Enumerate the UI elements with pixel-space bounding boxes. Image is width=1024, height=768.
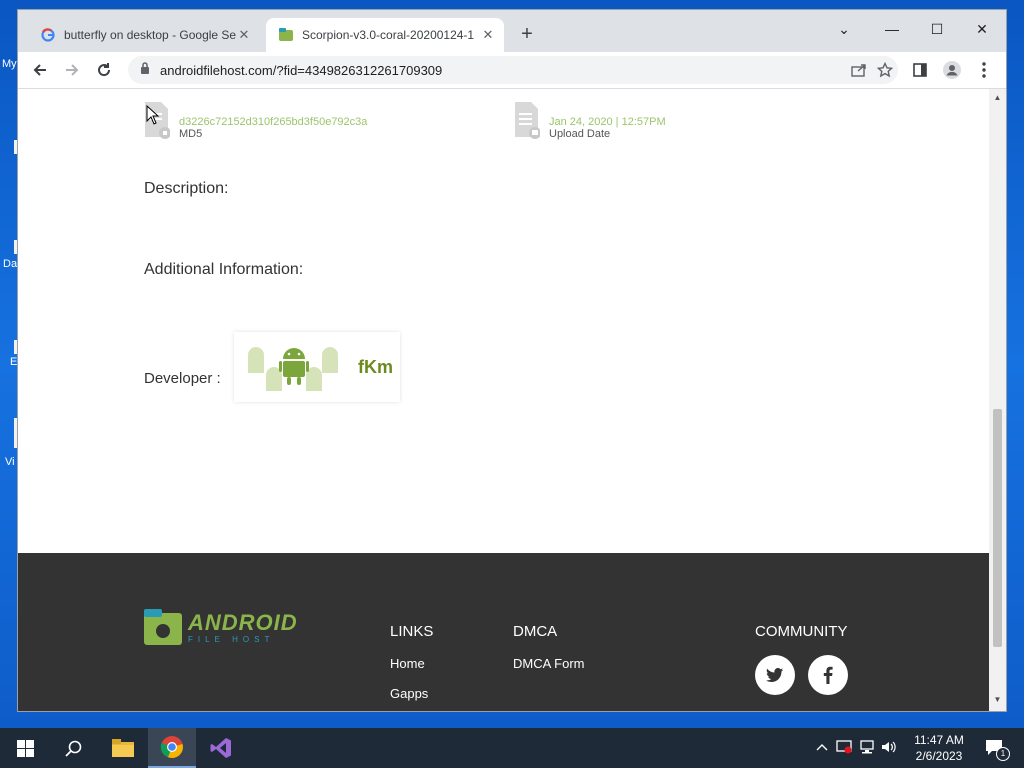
links-heading: LINKS (390, 623, 434, 640)
profile-avatar-icon[interactable] (940, 58, 964, 82)
community-heading: COMMUNITY (755, 623, 848, 640)
notification-center-button[interactable]: 1 (980, 728, 1010, 768)
volume-icon[interactable] (878, 740, 900, 757)
facebook-icon (823, 666, 833, 684)
android-developer-avatar-icon (248, 347, 338, 391)
desktop-icon-label[interactable]: Vi (5, 456, 15, 468)
clock-date: 2/6/2023 (915, 749, 963, 763)
taskbar-file-explorer[interactable] (102, 728, 144, 768)
visual-studio-icon (210, 738, 231, 758)
logo-subtext: FILE HOST (188, 635, 275, 644)
desktop-icon-label[interactable]: My (2, 58, 17, 70)
upload-date-label: Upload Date (549, 128, 611, 140)
search-icon (64, 740, 81, 757)
browser-window: butterfly on desktop - Google Se ✕ Scorp… (18, 10, 1006, 711)
mouse-cursor-icon (146, 105, 160, 125)
developer-card[interactable]: fKm (234, 332, 400, 402)
afh-logo[interactable]: ANDROID FILE HOST (144, 609, 298, 647)
share-icon[interactable] (846, 63, 872, 77)
desktop-icon[interactable] (14, 240, 17, 254)
md5-value: d3226c72152d310f265bd3f50e792c3a (179, 116, 368, 128)
tab-scorpion[interactable]: Scorpion-v3.0-coral-20200124-1 ✕ (266, 18, 504, 52)
additional-info-heading: Additional Information: (144, 261, 304, 278)
tab-google-search[interactable]: butterfly on desktop - Google Se ✕ (28, 18, 260, 52)
dmca-heading: DMCA (513, 623, 558, 640)
page-viewport: d3226c72152d310f265bd3f50e792c3a MD5 Jan… (18, 89, 989, 711)
developer-label: Developer : (144, 370, 221, 387)
system-tray (814, 728, 900, 768)
network-icon[interactable] (856, 739, 878, 757)
search-button[interactable] (54, 728, 92, 768)
upload-date-info: Jan 24, 2020 | 12:57PM Upload Date (514, 101, 666, 140)
upload-date-value: Jan 24, 2020 | 12:57PM (549, 116, 666, 128)
footer-link-gapps[interactable]: Gapps (390, 686, 428, 701)
maximize-button[interactable]: ☐ (915, 16, 959, 42)
desktop-icon[interactable] (14, 340, 17, 354)
windows-logo-icon (16, 739, 34, 757)
security-shield-icon[interactable] (832, 739, 856, 757)
tab-title: butterfly on desktop - Google Se (64, 28, 236, 42)
bookmark-star-icon[interactable] (872, 62, 898, 78)
developer-name[interactable]: fKm (358, 357, 393, 378)
new-tab-button[interactable]: + (516, 24, 538, 46)
site-footer: ANDROID FILE HOST LINKS Home Gapps DMCA … (18, 553, 989, 711)
folder-icon (112, 739, 134, 757)
tab-title: Scorpion-v3.0-coral-20200124-1 (302, 28, 475, 42)
url-text[interactable]: androidfilehost.com/?fid=434982631226170… (160, 63, 846, 78)
windows-taskbar: 11:47 AM 2/6/2023 1 (0, 728, 1024, 768)
scroll-down-icon[interactable]: ▼ (993, 695, 1002, 704)
afh-folder-logo-icon (144, 609, 182, 645)
lock-icon[interactable] (140, 61, 150, 79)
tab-close-icon[interactable]: ✕ (236, 27, 252, 43)
chrome-icon (160, 736, 183, 759)
upload-file-icon (515, 102, 540, 139)
logo-text: ANDROID (188, 610, 298, 635)
tab-strip: butterfly on desktop - Google Se ✕ Scorp… (18, 10, 1006, 52)
afh-favicon-icon (278, 27, 294, 43)
notification-count-badge: 1 (996, 747, 1010, 761)
taskbar-chrome[interactable] (148, 728, 196, 768)
twitter-button[interactable] (755, 655, 795, 695)
twitter-icon (766, 667, 784, 682)
browser-toolbar: androidfilehost.com/?fid=434982631226170… (18, 52, 1006, 89)
taskbar-visual-studio[interactable] (200, 728, 242, 768)
footer-link-home[interactable]: Home (390, 656, 425, 671)
scroll-up-icon[interactable]: ▲ (993, 93, 1002, 102)
desktop-icon-label[interactable]: Da (3, 258, 17, 270)
desktop-icon-label[interactable]: E (10, 356, 17, 368)
scroll-thumb[interactable] (993, 409, 1002, 647)
chevron-up-icon[interactable] (814, 742, 830, 754)
google-favicon-icon (40, 27, 56, 43)
back-button[interactable] (28, 58, 52, 82)
tab-search-button[interactable]: ⌄ (822, 16, 866, 42)
close-window-button[interactable]: ✕ (960, 16, 1004, 42)
md5-info: d3226c72152d310f265bd3f50e792c3a MD5 (144, 101, 367, 140)
tab-close-icon[interactable]: ✕ (480, 27, 496, 43)
start-button[interactable] (6, 728, 44, 768)
menu-kebab-icon[interactable] (972, 58, 996, 82)
forward-button[interactable] (60, 58, 84, 82)
facebook-button[interactable] (808, 655, 848, 695)
minimize-button[interactable]: — (870, 16, 914, 42)
desktop-icon[interactable] (14, 140, 17, 154)
desktop-icon[interactable] (14, 418, 17, 448)
page-scrollbar[interactable]: ▲ ▼ (989, 89, 1006, 711)
footer-link-dmca-form[interactable]: DMCA Form (513, 656, 585, 671)
side-panel-icon[interactable] (908, 58, 932, 82)
taskbar-clock[interactable]: 11:47 AM 2/6/2023 (906, 732, 972, 764)
address-bar[interactable]: androidfilehost.com/?fid=434982631226170… (128, 56, 898, 84)
reload-button[interactable] (92, 58, 116, 82)
md5-label: MD5 (179, 128, 203, 140)
description-heading: Description: (144, 180, 229, 197)
clock-time: 11:47 AM (914, 733, 964, 747)
